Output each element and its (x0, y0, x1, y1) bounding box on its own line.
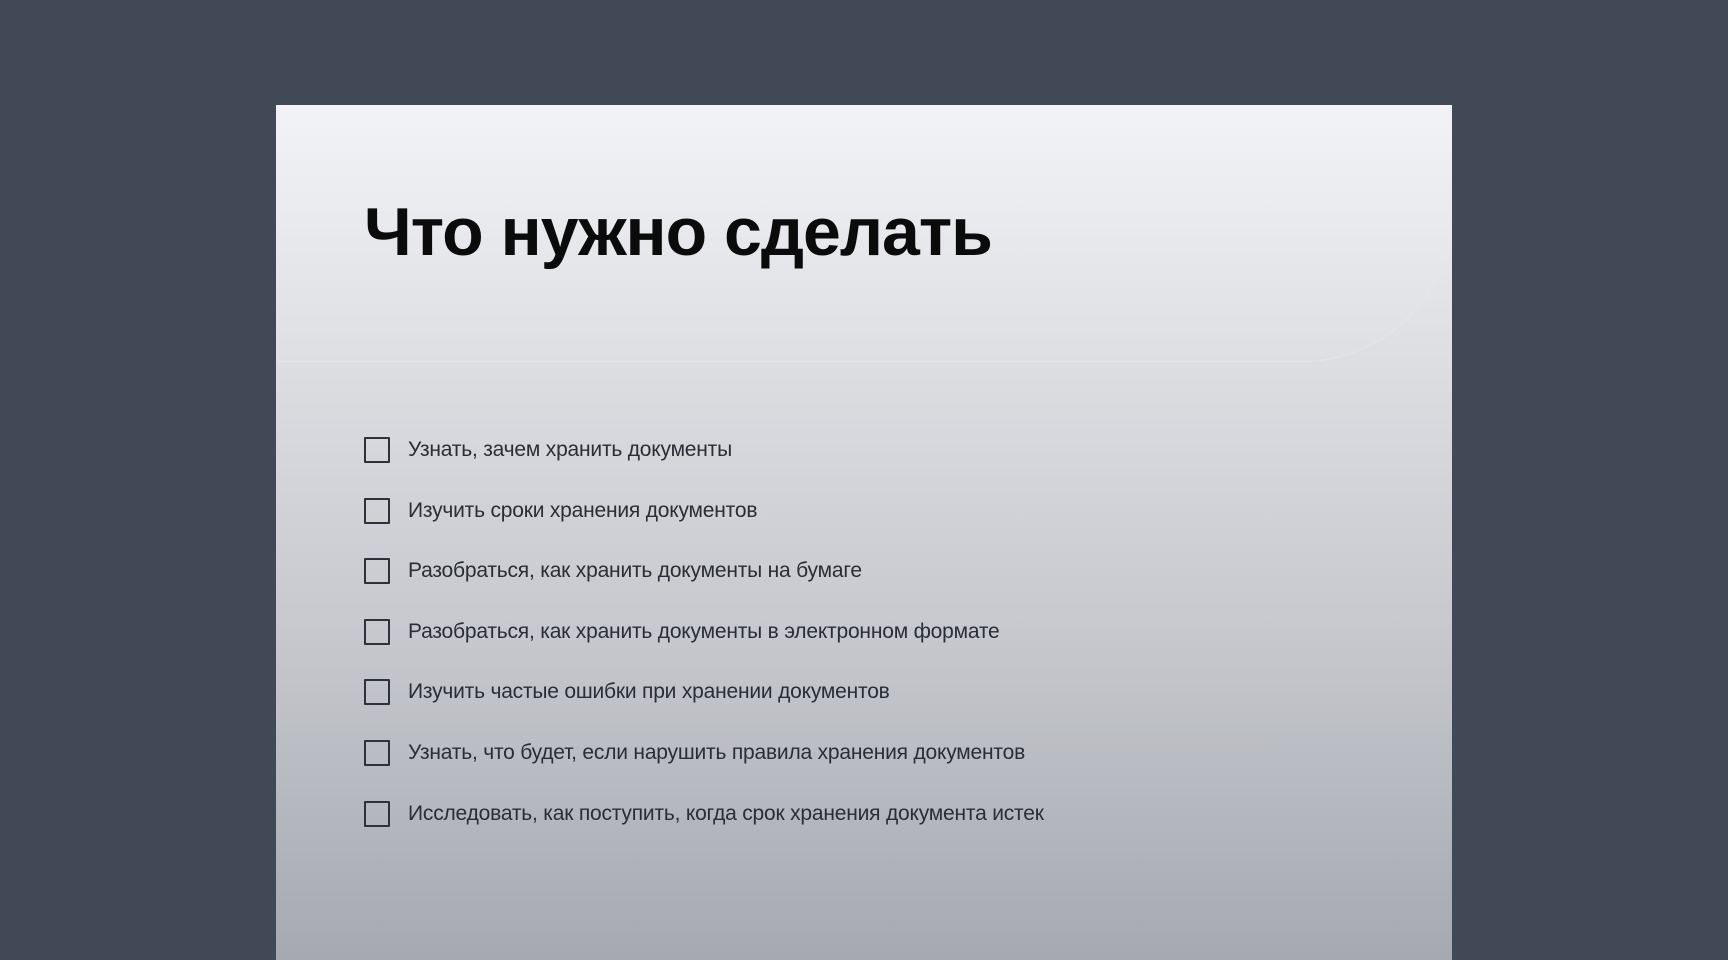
checkbox[interactable] (364, 618, 390, 645)
checklist-item-label: Узнать, что будет, если нарушить правила… (408, 740, 1026, 764)
checkbox[interactable] (364, 437, 390, 463)
checklist-item[interactable]: Изучить частые ошибки при хранении докум… (364, 677, 1044, 707)
checklist-item-label: Изучить частые ошибки при хранении докум… (408, 680, 890, 704)
checklist-item-label: Узнать, зачем хранить документы (408, 438, 732, 461)
checkbox[interactable] (364, 739, 390, 766)
checklist-item-label: Изучить сроки хранения документов (408, 498, 758, 522)
checklist: Узнать, зачем хранить документы Изучить … (364, 435, 1044, 859)
checklist-item[interactable]: Разобраться, как хранить документы в эле… (364, 617, 1044, 647)
checklist-item[interactable]: Разобраться, как хранить документы на бу… (364, 556, 1044, 586)
checklist-item[interactable]: Изучить сроки хранения документов (364, 496, 1044, 526)
checklist-item[interactable]: Исследовать, как поступить, когда срок х… (364, 799, 1044, 829)
checkbox[interactable] (364, 800, 390, 827)
checkbox[interactable] (364, 679, 390, 706)
checkbox[interactable] (364, 497, 390, 524)
checklist-item-label: Разобраться, как хранить документы на бу… (408, 559, 862, 583)
checkbox[interactable] (364, 558, 390, 585)
checklist-item[interactable]: Узнать, что будет, если нарушить правила… (364, 738, 1044, 768)
checklist-item[interactable]: Узнать, зачем хранить документы (364, 435, 1044, 465)
checklist-item-label: Исследовать, как поступить, когда срок х… (408, 801, 1044, 825)
checklist-item-label: Разобраться, как хранить документы в эле… (408, 619, 1000, 643)
checklist-card: Что нужно сделать Узнать, зачем хранить … (276, 105, 1452, 960)
page-title: Что нужно сделать (364, 194, 993, 270)
